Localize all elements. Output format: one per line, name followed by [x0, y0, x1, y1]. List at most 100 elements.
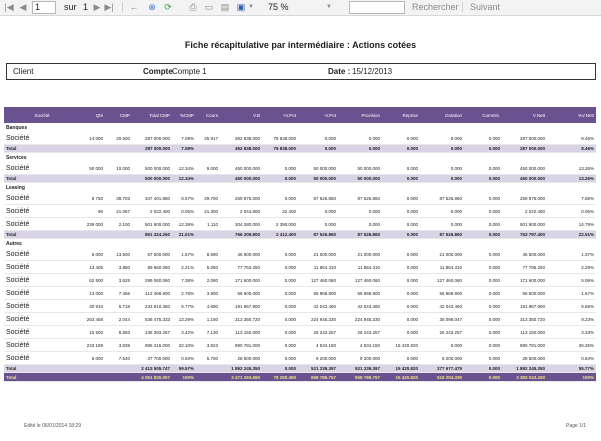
table-cell: 9 200.000	[338, 351, 382, 365]
group-total-row: Total 500 000.000 12.34% 450 000.000 0.000 50…	[4, 174, 596, 183]
table-cell: 2 390.000	[262, 217, 298, 231]
table-cell: 0.93%	[172, 351, 196, 365]
table-cell	[80, 174, 105, 183]
table-cell: 0.000	[420, 217, 464, 231]
page-of-label: sur	[64, 2, 77, 12]
table-cell: 14.79%	[547, 217, 596, 231]
table-cell: 127 460.060	[338, 273, 382, 287]
table-cell: 450 000.000	[220, 162, 262, 175]
table-cell: 0.000	[382, 325, 420, 339]
table-cell: 0.000	[382, 217, 420, 231]
group-total-row: Total 287 000.000 7.08% 362 838.000 75 838.0…	[4, 144, 596, 153]
table-cell: 42 043.460	[338, 299, 382, 313]
table-cell: 62 500	[80, 273, 105, 287]
print-icon[interactable]: ⎙	[188, 2, 198, 12]
stop-icon[interactable]: ⊗	[147, 2, 157, 12]
table-cell: 2.78%	[172, 286, 196, 300]
table-cell	[80, 364, 105, 373]
table-cell: 77 795.250	[502, 260, 547, 274]
table-cell: 0.000	[338, 217, 382, 231]
table-cell: 1.150	[196, 312, 220, 326]
table-cell: 224 945.330	[338, 312, 382, 326]
page-number-input[interactable]: 1	[32, 1, 56, 14]
table-cell: 521 239.397	[338, 364, 382, 373]
column-header: V.Nett	[502, 107, 547, 123]
table-cell: 259 875.000	[502, 192, 547, 205]
report-table: Société Qté CMP Total CMP %CMP Cours V.B +V.Pot…	[4, 107, 596, 382]
table-cell: 0.000	[464, 260, 502, 274]
table-cell: 0.000	[298, 132, 338, 145]
table-cell: 304 280.000	[220, 217, 262, 231]
table-cell	[105, 372, 132, 382]
first-page-icon[interactable]: |◀	[4, 2, 14, 12]
table-cell: Société	[4, 204, 80, 218]
table-row: Société 239 000 2.100 501 900.000 12.39% 1.11…	[4, 217, 596, 231]
table-cell: 8.57%	[172, 192, 196, 205]
previous-page-icon[interactable]: ◀	[18, 2, 28, 12]
table-cell: 67 500.000	[132, 248, 172, 261]
table-cell: 13.26%	[547, 162, 596, 175]
last-page-icon[interactable]: ▶|	[104, 2, 114, 12]
table-cell: 21.067	[105, 204, 132, 218]
table-cell: 890 781.000	[502, 338, 547, 352]
table-cell: 56 500.000	[220, 286, 262, 300]
date-value: 15/12/2013	[352, 67, 393, 76]
table-cell: 0.000	[262, 273, 298, 287]
table-cell: 0.000	[464, 338, 502, 352]
column-header: %V.Nett	[547, 107, 596, 123]
page-layout-icon[interactable]: ▭	[204, 2, 214, 12]
table-cell: 239 000	[80, 217, 105, 231]
table-cell: 8.46%	[547, 144, 596, 153]
table-row: Société 8 750 39.703 347 401.860 8.57% 29.700…	[4, 192, 596, 205]
footer-page: Page 1/1	[566, 423, 587, 429]
table-cell: 22.51%	[547, 230, 596, 239]
table-row: Société 5 000 7.540 37 700.000 0.93% 5.700 28 …	[4, 351, 596, 365]
table-cell: 28 500.000	[220, 351, 262, 365]
table-cell: 7.66%	[547, 192, 596, 205]
table-cell: 11 864.310	[338, 260, 382, 274]
table-cell: 1.110	[196, 217, 220, 231]
next-page-icon[interactable]: ▶	[92, 2, 102, 12]
table-cell: Société	[4, 325, 80, 339]
find-button[interactable]: Rechercher	[412, 1, 459, 13]
table-cell: 0.05%	[172, 204, 196, 218]
table-cell: 2.29%	[547, 260, 596, 274]
table-cell: 0.000	[382, 230, 420, 239]
table-cell: 21 000.000	[298, 248, 338, 261]
find-next-button[interactable]: Suivant	[470, 1, 500, 13]
table-cell: 21 000.000	[338, 248, 382, 261]
refresh-icon[interactable]: ⟳	[163, 2, 173, 12]
table-cell: 8 750	[80, 192, 105, 205]
table-cell: 50 000.000	[298, 174, 338, 183]
export-icon[interactable]: ▣	[236, 2, 246, 12]
page-setup-icon[interactable]: ▤	[220, 2, 230, 12]
table-cell: 0.000	[262, 312, 298, 326]
table-cell: 28 500.000	[502, 351, 547, 365]
table-cell: 87 526.860	[338, 230, 382, 239]
table-cell: 50 000.000	[298, 162, 338, 175]
table-row: Société 40 910 5.718 233 910.360 5.77% 4.690 1…	[4, 299, 596, 313]
zoom-chevron-down-icon[interactable]: ▼	[324, 2, 334, 12]
column-header: %CMP	[172, 107, 196, 123]
table-row: Société 263 458 2.044 538 475.333 13.29% 1.15…	[4, 312, 596, 326]
table-cell: 26 243.257	[338, 325, 382, 339]
table-cell	[80, 144, 105, 153]
table-cell: 4 534.150	[298, 338, 338, 352]
table-cell: 7.130	[196, 325, 220, 339]
table-cell: 15 420.820	[382, 364, 420, 373]
table-cell: 0.000	[262, 174, 298, 183]
table-cell: 3.33%	[547, 325, 596, 339]
table-cell: 5.718	[105, 299, 132, 313]
table-cell: 3.900	[196, 286, 220, 300]
back-icon[interactable]: ←	[129, 2, 139, 12]
chevron-down-icon[interactable]: ▼	[246, 2, 256, 12]
column-header: Reprise	[382, 107, 420, 123]
table-cell: 14 000	[80, 132, 105, 145]
table-cell: 100%	[172, 372, 196, 382]
zoom-select[interactable]: 75 %	[268, 1, 289, 13]
search-input[interactable]	[349, 1, 405, 14]
table-cell: 0.000	[262, 248, 298, 261]
table-cell: 21.300	[196, 204, 220, 218]
table-cell: Société	[4, 273, 80, 287]
table-cell: 26 243.257	[298, 325, 338, 339]
